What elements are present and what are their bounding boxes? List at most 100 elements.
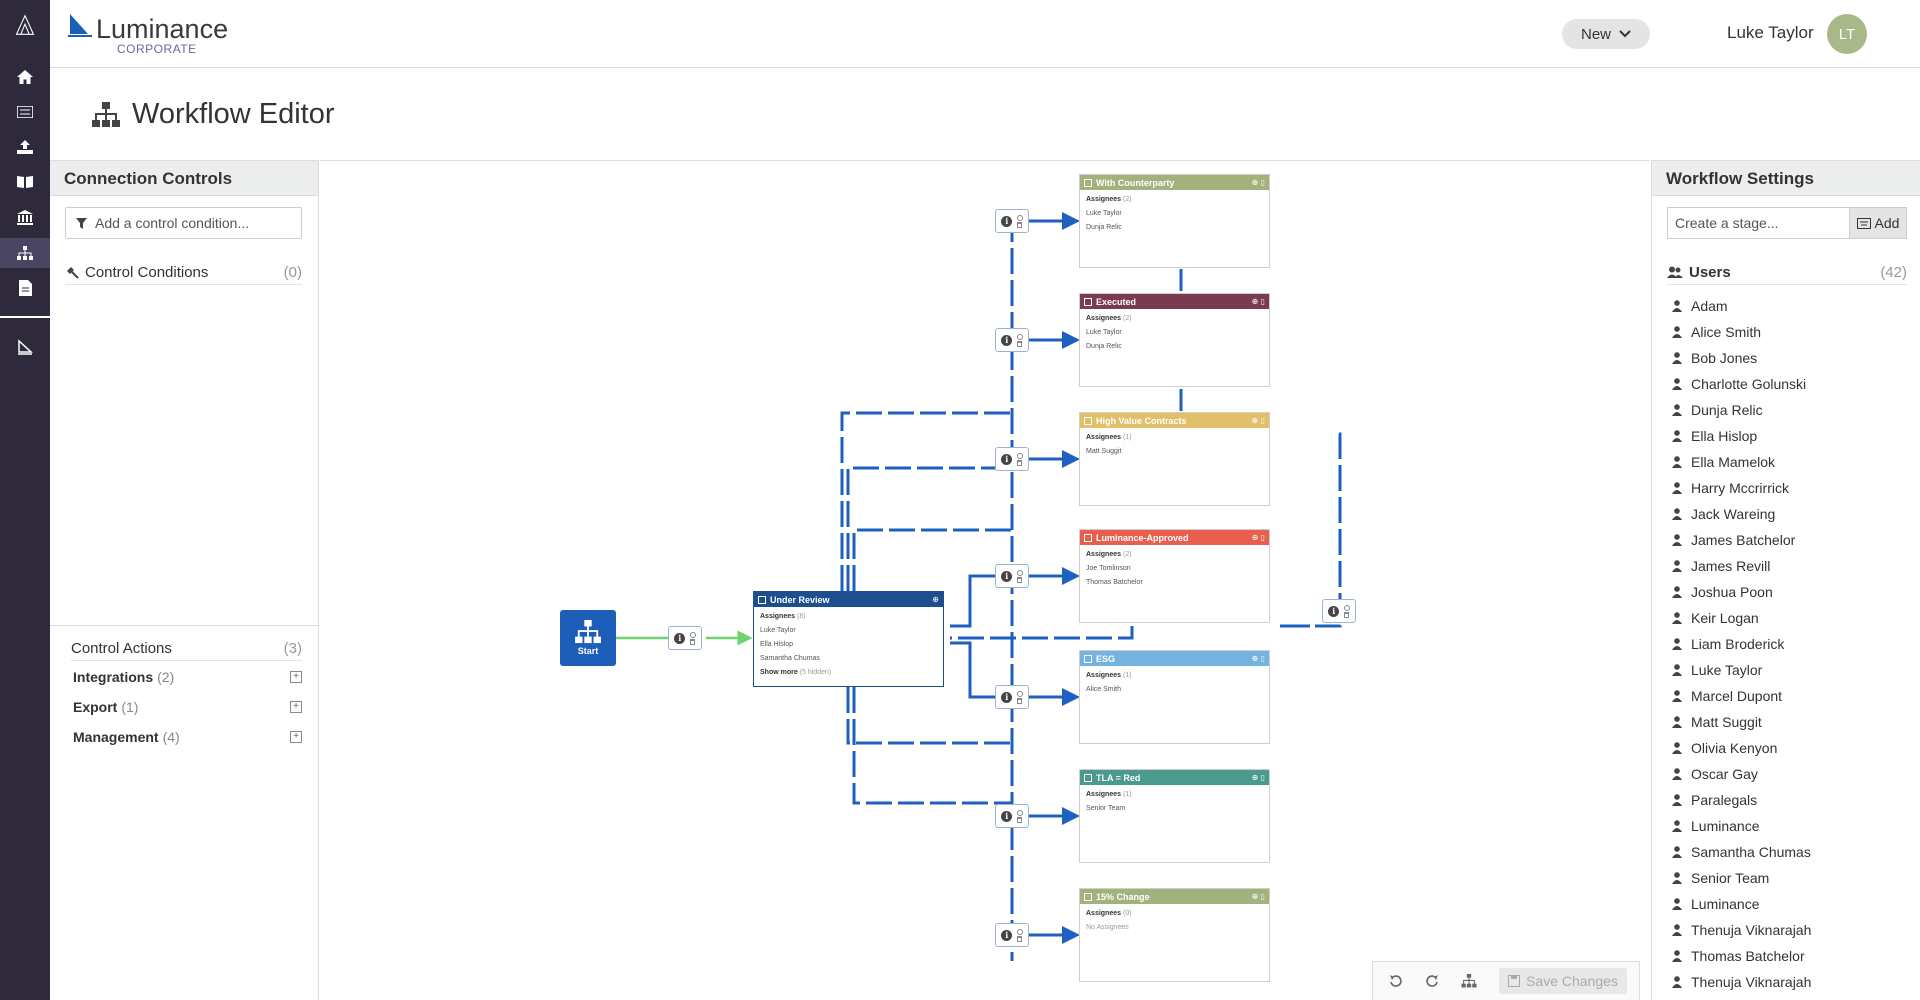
action-group-integrations[interactable]: Integrations (2) + (73, 669, 302, 685)
user-list-item[interactable]: Luke Taylor (1672, 657, 1811, 683)
start-node[interactable]: Start (560, 610, 616, 666)
trash-icon[interactable] (690, 638, 696, 645)
stage-tools-icon[interactable]: ⊕ ▯ (1252, 892, 1265, 901)
checkbox-icon[interactable] (1084, 178, 1092, 187)
user-list-item[interactable]: Dunja Relic (1672, 397, 1811, 423)
info-icon[interactable]: i (1328, 605, 1340, 617)
user-list-item[interactable]: Keir Logan (1672, 605, 1811, 631)
stage-tools-icon[interactable]: ⊕ ▯ (1252, 654, 1265, 663)
user-list-item[interactable]: Thenuja Viknarajah (1672, 917, 1811, 943)
info-icon[interactable]: i (1001, 810, 1013, 822)
redo-icon[interactable] (1425, 974, 1439, 988)
info-icon[interactable]: i (1001, 453, 1013, 465)
stage-executed[interactable]: Executed ⊕ ▯ Assignees (2) Luke Taylor Du… (1079, 293, 1270, 387)
connection-control[interactable]: i (995, 328, 1029, 352)
checkbox-icon[interactable] (1084, 533, 1092, 542)
connection-control[interactable]: i (1322, 599, 1356, 623)
user-name[interactable]: Luke Taylor (1727, 23, 1814, 43)
stage-under-review[interactable]: Under Review ⊕ Assignees (8) Luke Taylor… (753, 591, 944, 687)
connection-control[interactable]: i (668, 626, 702, 650)
connection-control[interactable]: i (995, 209, 1029, 233)
user-list-item[interactable]: Ella Mamelok (1672, 449, 1811, 475)
layout-icon[interactable] (1461, 974, 1477, 988)
checkbox-icon[interactable] (1084, 892, 1092, 901)
info-icon[interactable]: i (1001, 334, 1013, 346)
undo-icon[interactable] (1389, 974, 1403, 988)
stage-tools-icon[interactable]: ⊕ ▯ (1252, 297, 1265, 306)
create-stage-input[interactable]: Create a stage... (1667, 207, 1849, 239)
stage-high-value-contracts[interactable]: High Value Contracts ⊕ ▯ Assignees (1) Ma… (1079, 412, 1270, 506)
connection-control[interactable]: i (995, 447, 1029, 471)
add-icon[interactable] (689, 631, 696, 638)
user-list-item[interactable]: Harry Mccrirrick (1672, 475, 1811, 501)
book-icon[interactable] (14, 171, 36, 193)
expand-icon[interactable]: + (290, 701, 302, 713)
add-icon[interactable] (1016, 928, 1023, 935)
save-changes-button[interactable]: Save Changes (1499, 968, 1627, 994)
info-icon[interactable]: i (1001, 570, 1013, 582)
trash-icon[interactable] (1017, 697, 1023, 704)
info-icon[interactable]: i (1001, 691, 1013, 703)
add-stage-button[interactable]: Add (1849, 207, 1907, 239)
control-conditions-header[interactable]: Control Conditions (0) (65, 261, 302, 285)
show-more-row[interactable]: Show more (5 hidden) (760, 666, 937, 680)
user-list-item[interactable]: Senior Team (1672, 865, 1811, 891)
users-header[interactable]: Users (42) (1667, 261, 1907, 285)
stage-tools-icon[interactable]: ⊕ ▯ (1252, 178, 1265, 187)
add-icon[interactable] (1016, 333, 1023, 340)
control-condition-input[interactable]: Add a control condition... (65, 207, 302, 239)
info-icon[interactable]: i (674, 632, 686, 644)
user-list-item[interactable]: Alice Smith (1672, 319, 1811, 345)
user-list-item[interactable]: Marcel Dupont (1672, 683, 1811, 709)
add-icon[interactable] (1016, 690, 1023, 697)
trash-icon[interactable] (1344, 611, 1350, 618)
connection-control[interactable]: i (995, 804, 1029, 828)
stage-with-counterparty[interactable]: With Counterparty ⊕ ▯ Assignees (2) Luke … (1079, 174, 1270, 268)
user-list-item[interactable]: Joshua Poon (1672, 579, 1811, 605)
user-list-item[interactable]: Liam Broderick (1672, 631, 1811, 657)
trash-icon[interactable] (1017, 935, 1023, 942)
add-icon[interactable] (1016, 809, 1023, 816)
add-icon[interactable] (1343, 604, 1350, 611)
bank-icon[interactable] (14, 206, 36, 228)
user-list-item[interactable]: Adam (1672, 293, 1811, 319)
user-list-item[interactable]: Paralegals (1672, 787, 1811, 813)
stage-tla-red[interactable]: TLA = Red ⊕ ▯ Assignees (1) Senior Team (1079, 769, 1270, 863)
stage-tools-icon[interactable]: ⊕ ▯ (1252, 416, 1265, 425)
add-icon[interactable] (1016, 569, 1023, 576)
home-icon[interactable] (14, 66, 36, 88)
stage-15-change[interactable]: 15% Change ⊕ ▯ Assignees (0) No Assignees (1079, 888, 1270, 982)
avatar[interactable]: LT (1827, 14, 1867, 54)
workflow-icon[interactable] (0, 238, 50, 268)
trash-icon[interactable] (1017, 816, 1023, 823)
user-list-item[interactable]: James Batchelor (1672, 527, 1811, 553)
add-icon[interactable] (1016, 452, 1023, 459)
checkbox-icon[interactable] (1084, 773, 1092, 782)
action-group-management[interactable]: Management (4) + (73, 729, 302, 745)
expand-icon[interactable]: + (290, 731, 302, 743)
stage-tools-icon[interactable]: ⊕ ▯ (1252, 773, 1265, 782)
user-list-item[interactable]: James Revill (1672, 553, 1811, 579)
luminance-logo-icon[interactable] (14, 14, 36, 36)
add-icon[interactable]: ⊕ (932, 595, 939, 604)
checkbox-icon[interactable] (1084, 416, 1092, 425)
trash-icon[interactable] (1017, 340, 1023, 347)
user-list-item[interactable]: Matt Suggit (1672, 709, 1811, 735)
user-list-item[interactable]: Thomas Batchelor (1672, 943, 1811, 969)
upload-icon[interactable] (14, 136, 36, 158)
user-list-item[interactable]: Luminance (1672, 891, 1811, 917)
user-list-item[interactable]: Olivia Kenyon (1672, 735, 1811, 761)
stage-tools-icon[interactable]: ⊕ ▯ (1252, 533, 1265, 542)
expand-icon[interactable]: + (290, 671, 302, 683)
connection-control[interactable]: i (995, 923, 1029, 947)
add-icon[interactable] (1016, 214, 1023, 221)
sail-icon[interactable] (14, 336, 36, 358)
checkbox-icon[interactable] (758, 595, 766, 604)
workflow-canvas[interactable]: Start i i i i i i i i i Under Review ⊕ A… (320, 160, 1650, 1000)
action-group-export[interactable]: Export (1) + (73, 699, 302, 715)
checkbox-icon[interactable] (1084, 297, 1092, 306)
user-list-item[interactable]: Bob Jones (1672, 345, 1811, 371)
user-list-item[interactable]: Oscar Gay (1672, 761, 1811, 787)
user-list-item[interactable]: Samantha Chumas (1672, 839, 1811, 865)
trash-icon[interactable] (1017, 459, 1023, 466)
